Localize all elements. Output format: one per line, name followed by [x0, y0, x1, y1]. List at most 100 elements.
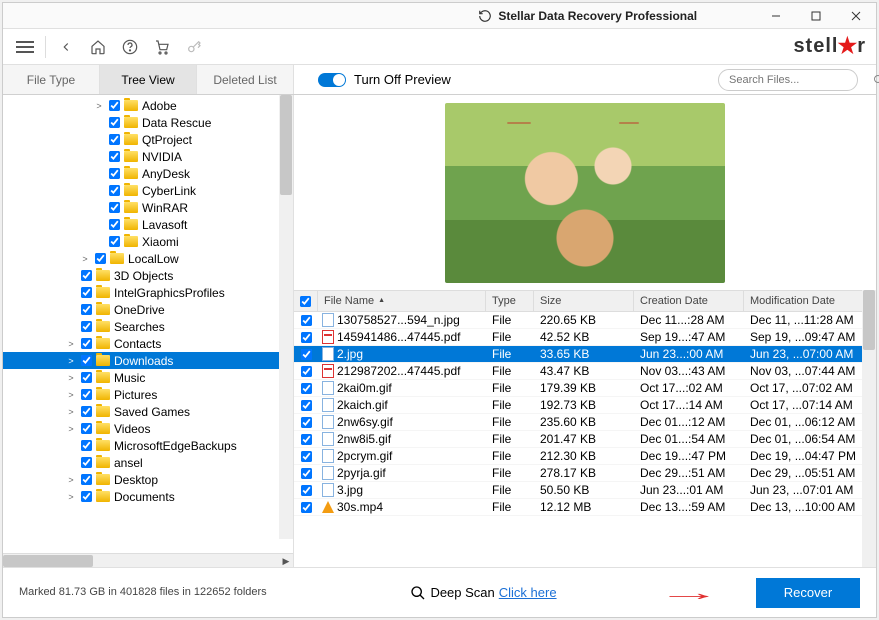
cart-icon[interactable]	[150, 35, 174, 59]
expand-arrow[interactable]: >	[65, 475, 77, 485]
tree-checkbox[interactable]	[81, 304, 92, 315]
row-checkbox[interactable]	[300, 365, 311, 376]
expand-arrow[interactable]: >	[65, 373, 77, 383]
row-checkbox[interactable]	[300, 450, 311, 461]
tree-checkbox[interactable]	[81, 372, 92, 383]
col-mdate[interactable]: Modification Date	[744, 291, 876, 311]
row-checkbox[interactable]	[300, 433, 311, 444]
tree-checkbox[interactable]	[109, 202, 120, 213]
table-row[interactable]: 2pyrja.gifFile278.17 KBDec 29...:51 AMDe…	[294, 465, 876, 482]
tree-item-microsoftedgebackups[interactable]: MicrosoftEdgeBackups	[3, 437, 293, 454]
tree-checkbox[interactable]	[81, 440, 92, 451]
tree-checkbox[interactable]	[109, 168, 120, 179]
tree-checkbox[interactable]	[81, 457, 92, 468]
row-checkbox[interactable]	[300, 399, 311, 410]
tree-item-contacts[interactable]: >Contacts	[3, 335, 293, 352]
tree-item-nvidia[interactable]: NVIDIA	[3, 148, 293, 165]
tree-checkbox[interactable]	[81, 338, 92, 349]
scroll-right-icon[interactable]: ▶	[279, 554, 293, 567]
tree-checkbox[interactable]	[81, 270, 92, 281]
tree-checkbox[interactable]	[81, 389, 92, 400]
header-checkbox-col[interactable]	[294, 291, 318, 311]
scrollbar-thumb[interactable]	[863, 290, 875, 350]
tree-item-saved-games[interactable]: >Saved Games	[3, 403, 293, 420]
grid-body[interactable]: 130758527...594_n.jpgFile220.65 KBDec 11…	[294, 312, 876, 567]
tree-item-intelgraphicsprofiles[interactable]: IntelGraphicsProfiles	[3, 284, 293, 301]
recover-button[interactable]: Recover	[756, 578, 860, 608]
tree-view[interactable]: >AdobeData RescueQtProjectNVIDIAAnyDeskC…	[3, 95, 293, 505]
expand-arrow[interactable]: >	[65, 492, 77, 502]
table-row[interactable]: 2nw8i5.gifFile201.47 KBDec 01...:54 AMDe…	[294, 431, 876, 448]
expand-arrow[interactable]: >	[65, 339, 77, 349]
help-icon[interactable]	[118, 35, 142, 59]
tree-item-documents[interactable]: >Documents	[3, 488, 293, 505]
tree-checkbox[interactable]	[81, 321, 92, 332]
tree-checkbox[interactable]	[81, 423, 92, 434]
table-row[interactable]: 2nw6sy.gifFile235.60 KBDec 01...:12 AMDe…	[294, 414, 876, 431]
table-row[interactable]: 212987202...47445.pdfFile43.47 KBNov 03.…	[294, 363, 876, 380]
tree-item-locallow[interactable]: >LocalLow	[3, 250, 293, 267]
home-icon[interactable]	[86, 35, 110, 59]
tree-checkbox[interactable]	[109, 185, 120, 196]
table-row[interactable]: 130758527...594_n.jpgFile220.65 KBDec 11…	[294, 312, 876, 329]
tree-item-cyberlink[interactable]: CyberLink	[3, 182, 293, 199]
expand-arrow[interactable]: >	[65, 356, 77, 366]
table-row[interactable]: 30s.mp4File12.12 MBDec 13...:59 AMDec 13…	[294, 499, 876, 516]
tree-checkbox[interactable]	[81, 474, 92, 485]
tree-item-videos[interactable]: >Videos	[3, 420, 293, 437]
expand-arrow[interactable]: >	[65, 390, 77, 400]
search-input[interactable]	[727, 73, 873, 87]
tree-checkbox[interactable]	[81, 406, 92, 417]
table-row[interactable]: 2.jpgFile33.65 KBJun 23...:00 AMJun 23, …	[294, 346, 876, 363]
tree-checkbox[interactable]	[81, 491, 92, 502]
row-checkbox[interactable]	[300, 416, 311, 427]
expand-arrow[interactable]: >	[79, 254, 91, 264]
col-type[interactable]: Type	[486, 291, 534, 311]
table-row[interactable]: 2pcrym.gifFile212.30 KBDec 19...:47 PMDe…	[294, 448, 876, 465]
tree-checkbox[interactable]	[109, 100, 120, 111]
key-icon[interactable]	[182, 35, 206, 59]
expand-arrow[interactable]: >	[65, 424, 77, 434]
tree-vscrollbar[interactable]	[279, 95, 293, 539]
tree-item-anydesk[interactable]: AnyDesk	[3, 165, 293, 182]
tree-item-3d-objects[interactable]: 3D Objects	[3, 267, 293, 284]
tree-checkbox[interactable]	[109, 134, 120, 145]
table-row[interactable]: 2kai0m.gifFile179.39 KBOct 17...:02 AMOc…	[294, 380, 876, 397]
expand-arrow[interactable]: >	[93, 101, 105, 111]
tree-checkbox[interactable]	[109, 151, 120, 162]
row-checkbox[interactable]	[300, 331, 311, 342]
select-all-checkbox[interactable]	[300, 295, 311, 306]
row-checkbox[interactable]	[300, 314, 311, 325]
maximize-button[interactable]	[796, 3, 836, 29]
tree-item-adobe[interactable]: >Adobe	[3, 97, 293, 114]
row-checkbox[interactable]	[300, 348, 311, 359]
tree-item-desktop[interactable]: >Desktop	[3, 471, 293, 488]
scrollbar-thumb[interactable]	[280, 95, 292, 195]
tree-item-lavasoft[interactable]: Lavasoft	[3, 216, 293, 233]
tree-item-downloads[interactable]: >Downloads	[3, 352, 293, 369]
tree-item-pictures[interactable]: >Pictures	[3, 386, 293, 403]
tree-item-music[interactable]: >Music	[3, 369, 293, 386]
tree-item-data-rescue[interactable]: Data Rescue	[3, 114, 293, 131]
col-cdate[interactable]: Creation Date	[634, 291, 744, 311]
tab-tree-view[interactable]: Tree View	[100, 65, 197, 94]
tree-item-ansel[interactable]: ansel	[3, 454, 293, 471]
row-checkbox[interactable]	[300, 467, 311, 478]
tree-checkbox[interactable]	[109, 219, 120, 230]
scrollbar-thumb[interactable]	[3, 555, 93, 567]
toggle-pill[interactable]	[318, 73, 346, 87]
tree-item-xiaomi[interactable]: Xiaomi	[3, 233, 293, 250]
tab-deleted-list[interactable]: Deleted List	[197, 65, 294, 94]
tree-hscrollbar[interactable]: ▶	[3, 553, 293, 567]
tree-checkbox[interactable]	[81, 355, 92, 366]
row-checkbox[interactable]	[300, 501, 311, 512]
table-row[interactable]: 3.jpgFile50.50 KBJun 23...:01 AMJun 23, …	[294, 482, 876, 499]
tree-checkbox[interactable]	[81, 287, 92, 298]
tree-item-onedrive[interactable]: OneDrive	[3, 301, 293, 318]
tree-item-winrar[interactable]: WinRAR	[3, 199, 293, 216]
search-box[interactable]	[718, 69, 858, 91]
menu-icon[interactable]	[13, 35, 37, 59]
expand-arrow[interactable]: >	[65, 407, 77, 417]
table-row[interactable]: 2kaich.gifFile192.73 KBOct 17...:14 AMOc…	[294, 397, 876, 414]
back-icon[interactable]	[54, 35, 78, 59]
